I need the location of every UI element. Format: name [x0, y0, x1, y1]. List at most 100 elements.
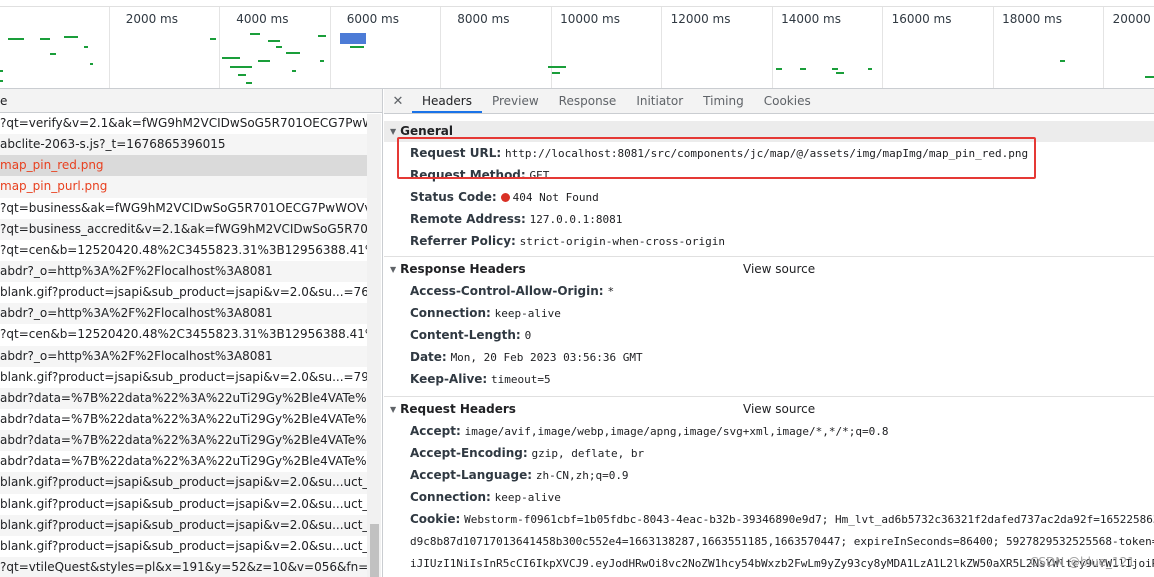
expand-triangle-icon: ▼ [390, 265, 397, 274]
header-row: Date: Mon, 20 Feb 2023 03:56:36 GMT [384, 346, 1154, 368]
request-row[interactable]: blank.gif?product=jsapi&sub_product=jsap… [0, 514, 368, 536]
time-tick-label: 4000 ms [236, 12, 289, 26]
tab-initiator[interactable]: Initiator [626, 89, 693, 113]
waterfall-bar [552, 72, 560, 74]
remote-address-value: 127.0.0.1:8081 [529, 213, 623, 226]
header-key: Connection: [410, 490, 491, 504]
tab-response[interactable]: Response [549, 89, 627, 113]
request-row[interactable]: ?qt=verify&v=2.1&ak=fWG9hM2VCIDwSoG5R701… [0, 113, 368, 134]
request-row[interactable]: ?qt=business&ak=fWG9hM2VCIDwSoG5R701OECG… [0, 198, 368, 219]
request-list[interactable]: e ?qt=verify&v=2.1&ak=fWG9hM2VCIDwSoG5R7… [0, 89, 383, 577]
request-row[interactable]: blank.gif?product=jsapi&sub_product=jsap… [0, 282, 368, 303]
timeline-overview[interactable]: 2000 ms 4000 ms 6000 ms 8000 ms 10000 ms 1200… [0, 0, 1154, 89]
request-headers-section-header[interactable]: ▼ Request Headers View source [384, 396, 1154, 420]
request-row[interactable]: map_pin_purl.png [0, 176, 368, 198]
expand-triangle-icon: ▼ [390, 405, 397, 414]
header-key: Content-Length: [410, 328, 521, 342]
request-details-panel: ✕ Headers Preview Response Initiator Tim… [384, 89, 1154, 577]
error-status-icon [500, 193, 510, 202]
request-row[interactable]: abdr?_o=http%3A%2F%2Flocalhost%3A8081 [0, 260, 368, 283]
header-value: * [607, 285, 615, 298]
request-url-row: Request URL: http://localhost:8081/src/c… [384, 142, 1154, 164]
request-row[interactable]: blank.gif?product=jsapi&sub_product=jsap… [0, 494, 368, 515]
waterfall-bar [836, 72, 844, 74]
waterfall-bar [548, 66, 566, 68]
header-value: keep-alive [494, 307, 561, 320]
waterfall-bar [258, 60, 270, 62]
request-row[interactable]: abdr?data=%7B%22data%22%3A%22uTi29Gy%2Bl… [0, 387, 368, 409]
time-tick-label: 16000 ms [891, 12, 952, 26]
header-row: Keep-Alive: timeout=5 [384, 368, 1154, 390]
header-key: Date: [410, 350, 447, 364]
request-list-scrollbar[interactable] [367, 114, 381, 577]
request-row[interactable]: ?qt=business_accredit&v=2.1&ak=fWG9hM2VC… [0, 218, 368, 240]
time-tick-label: 20000 ms [1112, 12, 1154, 26]
header-value: timeout=5 [491, 373, 551, 386]
header-row: Accept-Language: zh-CN,zh;q=0.9 [384, 464, 1154, 486]
referrer-policy-row: Referrer Policy: strict-origin-when-cros… [384, 230, 1154, 252]
header-row: Connection: keep-alive [384, 486, 1154, 508]
tab-preview[interactable]: Preview [482, 89, 549, 113]
header-value: Mon, 20 Feb 2023 03:56:36 GMT [450, 351, 643, 364]
request-row[interactable]: abdr?data=%7B%22data%22%3A%22uTi29Gy%2Bl… [0, 430, 368, 452]
cookie-continuation-line: d9c8b87d10717013641458b300c552e4=1663138… [410, 535, 1154, 548]
request-row[interactable]: ?qt=cen&b=12520420.48%2C3455823.31%3B129… [0, 324, 368, 345]
request-row[interactable]: abdr?_o=http%3A%2F%2Flocalhost%3A8081 [0, 303, 368, 325]
time-tick-label: 14000 ms [781, 12, 841, 26]
request-row[interactable]: ?qt=cen&b=12520420.48%2C3455823.31%3B129… [0, 240, 368, 261]
scrollbar-thumb[interactable] [370, 524, 379, 577]
waterfall-bar [276, 46, 282, 48]
status-code-key: Status Code: [410, 190, 497, 204]
request-row[interactable]: blank.gif?product=jsapi&sub_product=jsap… [0, 367, 368, 388]
waterfall-bar [800, 68, 806, 70]
request-row[interactable]: blank.gif?product=jsapi&sub_product=jsap… [0, 472, 368, 494]
header-key: Accept-Encoding: [410, 446, 528, 460]
remote-address-row: Remote Address: 127.0.0.1:8081 [384, 208, 1154, 230]
general-section-title: General [400, 124, 453, 138]
header-key: Keep-Alive: [410, 372, 488, 386]
waterfall-bar [250, 33, 260, 35]
request-view-source-link[interactable]: View source [743, 397, 815, 421]
waterfall-bar [286, 52, 300, 54]
time-tick-label: 2000 ms [125, 12, 178, 26]
time-tick-label: 18000 ms [1002, 12, 1062, 26]
header-key: Cookie: [410, 512, 461, 526]
waterfall-bar [776, 68, 782, 70]
watermark: CSDN @blue_121 [1030, 555, 1135, 569]
header-value: gzip, deflate, br [531, 447, 645, 460]
request-method-row: Request Method: GET [384, 164, 1154, 186]
details-tabbar: ✕ Headers Preview Response Initiator Tim… [384, 89, 1154, 114]
response-headers-section-header[interactable]: ▼ Response Headers View source [384, 256, 1154, 280]
request-row[interactable]: abclite-2063-s.js?_t=1676865396015 [0, 134, 368, 156]
request-row[interactable]: abdr?data=%7B%22data%22%3A%22uTi29Gy%2Bl… [0, 451, 368, 472]
request-row[interactable]: blank.gif?product=jsapi&sub_product=jsap… [0, 536, 368, 557]
waterfall-bar [50, 53, 56, 55]
name-column-header[interactable]: e [0, 89, 382, 113]
request-row[interactable]: ?qt=vtileQuest&styles=pl&x=191&y=52&z=10… [0, 556, 368, 577]
request-row[interactable]: abdr?data=%7B%22data%22%3A%22uTi29Gy%2Bl… [0, 409, 368, 430]
waterfall-bar [64, 36, 78, 38]
waterfall-bar [320, 60, 324, 62]
request-row[interactable]: map_pin_red.png [0, 155, 368, 177]
waterfall-bar [246, 82, 252, 84]
header-value: keep-alive [494, 491, 561, 504]
waterfall-bar [230, 66, 252, 68]
tab-cookies[interactable]: Cookies [754, 89, 821, 113]
waterfall-bar [40, 38, 50, 40]
waterfall-bar [268, 40, 280, 42]
close-icon[interactable]: ✕ [384, 89, 412, 113]
header-value: image/avif,image/webp,image/apng,image/s… [464, 425, 889, 438]
general-section-header[interactable]: ▼ General [384, 121, 1154, 142]
tab-headers[interactable]: Headers [412, 89, 482, 113]
referrer-policy-key: Referrer Policy: [410, 234, 516, 248]
header-value: Webstorm-f0961cbf=1b05fdbc-8043-4eac-b32… [464, 513, 1154, 526]
request-row[interactable]: abdr?_o=http%3A%2F%2Flocalhost%3A8081 [0, 345, 368, 367]
waterfall-bar [90, 63, 93, 65]
header-key: Access-Control-Allow-Origin: [410, 284, 604, 298]
request-method-value: GET [529, 169, 550, 182]
response-view-source-link[interactable]: View source [743, 257, 815, 281]
tab-timing[interactable]: Timing [693, 89, 754, 113]
header-row: Content-Length: 0 [384, 324, 1154, 346]
remote-address-key: Remote Address: [410, 212, 526, 226]
waterfall-bar [0, 80, 3, 82]
